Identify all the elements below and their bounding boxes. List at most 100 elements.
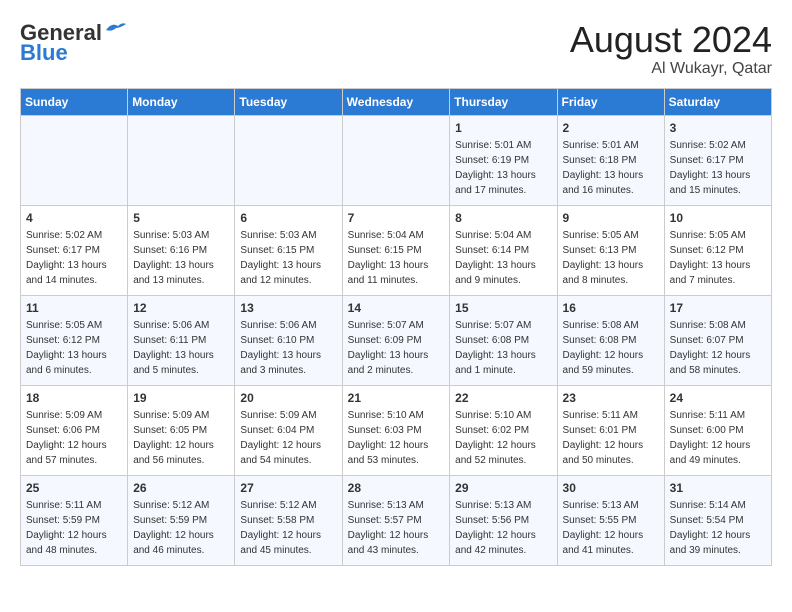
day-number: 24 xyxy=(670,390,766,407)
day-info: Sunrise: 5:12 AM Sunset: 5:59 PM Dayligh… xyxy=(133,500,214,556)
day-info: Sunrise: 5:08 AM Sunset: 6:07 PM Dayligh… xyxy=(670,320,751,376)
day-info: Sunrise: 5:07 AM Sunset: 6:08 PM Dayligh… xyxy=(455,320,536,376)
calendar-day-14: 14 Sunrise: 5:07 AM Sunset: 6:09 PM Dayli… xyxy=(342,295,450,385)
day-info: Sunrise: 5:11 AM Sunset: 6:00 PM Dayligh… xyxy=(670,410,751,466)
day-info: Sunrise: 5:10 AM Sunset: 6:02 PM Dayligh… xyxy=(455,410,536,466)
calendar-day-31: 31 Sunrise: 5:14 AM Sunset: 5:54 PM Dayli… xyxy=(664,475,771,565)
logo: General Blue xyxy=(20,20,126,66)
weekday-header-thursday: Thursday xyxy=(450,88,557,115)
day-number: 18 xyxy=(26,390,122,407)
calendar-table: SundayMondayTuesdayWednesdayThursdayFrid… xyxy=(20,88,772,566)
day-number: 6 xyxy=(240,210,336,227)
day-number: 23 xyxy=(563,390,659,407)
day-info: Sunrise: 5:11 AM Sunset: 5:59 PM Dayligh… xyxy=(26,500,107,556)
day-number: 5 xyxy=(133,210,229,227)
day-number: 30 xyxy=(563,480,659,497)
calendar-day-9: 9 Sunrise: 5:05 AM Sunset: 6:13 PM Daylig… xyxy=(557,205,664,295)
calendar-day-5: 5 Sunrise: 5:03 AM Sunset: 6:16 PM Daylig… xyxy=(128,205,235,295)
day-info: Sunrise: 5:09 AM Sunset: 6:05 PM Dayligh… xyxy=(133,410,214,466)
day-info: Sunrise: 5:02 AM Sunset: 6:17 PM Dayligh… xyxy=(26,230,107,286)
day-info: Sunrise: 5:02 AM Sunset: 6:17 PM Dayligh… xyxy=(670,140,751,196)
day-number: 12 xyxy=(133,300,229,317)
logo-blue: Blue xyxy=(20,40,68,66)
calendar-day-15: 15Sunrise: 5:07 AM Sunset: 6:08 PM Dayli… xyxy=(450,295,557,385)
calendar-day-8: 8 Sunrise: 5:04 AM Sunset: 6:14 PM Daylig… xyxy=(450,205,557,295)
day-info: Sunrise: 5:05 AM Sunset: 6:12 PM Dayligh… xyxy=(26,320,107,376)
calendar-day-3: 3 Sunrise: 5:02 AM Sunset: 6:17 PM Daylig… xyxy=(664,115,771,205)
day-number: 9 xyxy=(563,210,659,227)
day-number: 29 xyxy=(455,480,551,497)
day-info: Sunrise: 5:05 AM Sunset: 6:13 PM Dayligh… xyxy=(563,230,644,286)
day-number: 25 xyxy=(26,480,122,497)
weekday-header-wednesday: Wednesday xyxy=(342,88,450,115)
calendar-day-30: 30 Sunrise: 5:13 AM Sunset: 5:55 PM Dayli… xyxy=(557,475,664,565)
day-info: Sunrise: 5:07 AM Sunset: 6:09 PM Dayligh… xyxy=(348,320,429,376)
calendar-day-20: 20 Sunrise: 5:09 AM Sunset: 6:04 PM Dayli… xyxy=(235,385,342,475)
week-row-1: 1 Sunrise: 5:01 AM Sunset: 6:19 PM Daylig… xyxy=(21,115,772,205)
week-row-3: 11Sunrise: 5:05 AM Sunset: 6:12 PM Dayli… xyxy=(21,295,772,385)
calendar-day-2: 2Sunrise: 5:01 AM Sunset: 6:18 PM Daylig… xyxy=(557,115,664,205)
day-number: 21 xyxy=(348,390,445,407)
day-info: Sunrise: 5:13 AM Sunset: 5:57 PM Dayligh… xyxy=(348,500,429,556)
day-number: 22 xyxy=(455,390,551,407)
empty-cell xyxy=(235,115,342,205)
calendar-day-27: 27Sunrise: 5:12 AM Sunset: 5:58 PM Dayli… xyxy=(235,475,342,565)
day-info: Sunrise: 5:03 AM Sunset: 6:16 PM Dayligh… xyxy=(133,230,214,286)
day-info: Sunrise: 5:05 AM Sunset: 6:12 PM Dayligh… xyxy=(670,230,751,286)
calendar-day-25: 25 Sunrise: 5:11 AM Sunset: 5:59 PM Dayli… xyxy=(21,475,128,565)
day-number: 10 xyxy=(670,210,766,227)
day-number: 20 xyxy=(240,390,336,407)
empty-cell xyxy=(342,115,450,205)
day-info: Sunrise: 5:14 AM Sunset: 5:54 PM Dayligh… xyxy=(670,500,751,556)
day-number: 7 xyxy=(348,210,445,227)
calendar-day-21: 21 Sunrise: 5:10 AM Sunset: 6:03 PM Dayli… xyxy=(342,385,450,475)
day-number: 27 xyxy=(240,480,336,497)
calendar-day-23: 23 Sunrise: 5:11 AM Sunset: 6:01 PM Dayli… xyxy=(557,385,664,475)
day-number: 1 xyxy=(455,120,551,137)
title-block: August 2024 Al Wukayr, Qatar xyxy=(570,20,772,78)
calendar-day-1: 1 Sunrise: 5:01 AM Sunset: 6:19 PM Daylig… xyxy=(450,115,557,205)
calendar-day-18: 18 Sunrise: 5:09 AM Sunset: 6:06 PM Dayli… xyxy=(21,385,128,475)
day-info: Sunrise: 5:01 AM Sunset: 6:19 PM Dayligh… xyxy=(455,140,536,196)
day-info: Sunrise: 5:09 AM Sunset: 6:06 PM Dayligh… xyxy=(26,410,107,466)
day-number: 3 xyxy=(670,120,766,137)
page-header: General Blue August 2024 Al Wukayr, Qata… xyxy=(20,20,772,78)
day-info: Sunrise: 5:10 AM Sunset: 6:03 PM Dayligh… xyxy=(348,410,429,466)
weekday-header-monday: Monday xyxy=(128,88,235,115)
calendar-day-4: 4 Sunrise: 5:02 AM Sunset: 6:17 PM Daylig… xyxy=(21,205,128,295)
day-info: Sunrise: 5:11 AM Sunset: 6:01 PM Dayligh… xyxy=(563,410,644,466)
weekday-header-saturday: Saturday xyxy=(664,88,771,115)
calendar-day-29: 29 Sunrise: 5:13 AM Sunset: 5:56 PM Dayli… xyxy=(450,475,557,565)
location-title: Al Wukayr, Qatar xyxy=(570,60,772,78)
weekday-header-row: SundayMondayTuesdayWednesdayThursdayFrid… xyxy=(21,88,772,115)
calendar-day-19: 19 Sunrise: 5:09 AM Sunset: 6:05 PM Dayli… xyxy=(128,385,235,475)
month-title: August 2024 xyxy=(570,20,772,60)
day-number: 17 xyxy=(670,300,766,317)
day-number: 19 xyxy=(133,390,229,407)
day-number: 31 xyxy=(670,480,766,497)
day-number: 14 xyxy=(348,300,445,317)
calendar-day-6: 6Sunrise: 5:03 AM Sunset: 6:15 PM Daylig… xyxy=(235,205,342,295)
logo-bird-icon xyxy=(104,20,126,38)
day-info: Sunrise: 5:06 AM Sunset: 6:11 PM Dayligh… xyxy=(133,320,214,376)
day-number: 16 xyxy=(563,300,659,317)
day-number: 4 xyxy=(26,210,122,227)
weekday-header-friday: Friday xyxy=(557,88,664,115)
day-info: Sunrise: 5:13 AM Sunset: 5:55 PM Dayligh… xyxy=(563,500,644,556)
calendar-day-12: 12 Sunrise: 5:06 AM Sunset: 6:11 PM Dayli… xyxy=(128,295,235,385)
empty-cell xyxy=(128,115,235,205)
day-info: Sunrise: 5:04 AM Sunset: 6:14 PM Dayligh… xyxy=(455,230,536,286)
day-info: Sunrise: 5:13 AM Sunset: 5:56 PM Dayligh… xyxy=(455,500,536,556)
day-info: Sunrise: 5:04 AM Sunset: 6:15 PM Dayligh… xyxy=(348,230,429,286)
weekday-header-tuesday: Tuesday xyxy=(235,88,342,115)
day-number: 13 xyxy=(240,300,336,317)
week-row-2: 4 Sunrise: 5:02 AM Sunset: 6:17 PM Daylig… xyxy=(21,205,772,295)
day-number: 2 xyxy=(563,120,659,137)
calendar-day-7: 7 Sunrise: 5:04 AM Sunset: 6:15 PM Daylig… xyxy=(342,205,450,295)
week-row-5: 25 Sunrise: 5:11 AM Sunset: 5:59 PM Dayli… xyxy=(21,475,772,565)
day-number: 8 xyxy=(455,210,551,227)
day-info: Sunrise: 5:06 AM Sunset: 6:10 PM Dayligh… xyxy=(240,320,321,376)
day-info: Sunrise: 5:09 AM Sunset: 6:04 PM Dayligh… xyxy=(240,410,321,466)
calendar-day-26: 26Sunrise: 5:12 AM Sunset: 5:59 PM Dayli… xyxy=(128,475,235,565)
empty-cell xyxy=(21,115,128,205)
